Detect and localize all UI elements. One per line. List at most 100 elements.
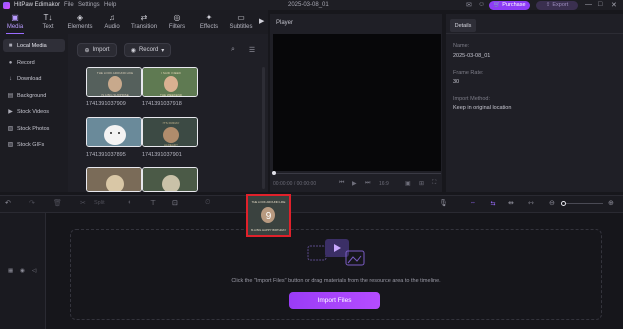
media-thumbnail[interactable]: THE LOOK AROUND LIKE IS A BIG SURPRISE — [86, 67, 142, 97]
redo-icon[interactable]: ↷ — [29, 199, 35, 207]
media-thumbnail[interactable] — [142, 167, 198, 192]
folder-icon: ■ — [8, 42, 13, 49]
meme-bottom-text: IS A BIG SURPRISE — [101, 93, 129, 97]
zoom-in-icon[interactable]: ⊕ — [608, 199, 614, 207]
import-icon: ⊕ — [84, 47, 90, 54]
media-thumbnail[interactable] — [86, 167, 142, 192]
menu-settings[interactable]: Settings — [78, 2, 100, 8]
stock-photos-icon: ▧ — [7, 126, 14, 132]
mask-icon[interactable]: ◐ — [128, 199, 132, 206]
media-thumbnail[interactable]: IT'S FRIDAY ALREADY — [142, 117, 198, 147]
track-visibility-icon[interactable]: ◉ — [20, 268, 25, 274]
zoom-out-icon[interactable]: ⊖ — [549, 199, 555, 207]
magnet-icon[interactable]: ⇆ — [487, 199, 499, 207]
split-icon[interactable]: ✂ — [80, 199, 86, 207]
sidebar-item-stock-gifs[interactable]: ▨ Stock GIFs — [3, 138, 65, 151]
drag-preview-thumbnail[interactable]: THE LOOK AROUND LIKE 9 IS A BIG HAPPY BI… — [246, 194, 291, 237]
tabs-more-icon[interactable]: ▶ — [259, 17, 264, 25]
import-method-value: Keep in original location — [453, 105, 512, 111]
tab-transition[interactable]: ⇄ Transition — [129, 12, 159, 34]
meme-image: THE LOOK AROUND LIKE 9 IS A BIG HAPPY BI… — [248, 196, 289, 235]
record-button[interactable]: ◉ Record ▾ — [124, 43, 171, 57]
meme-image: IT'S FRIDAY ALREADY — [143, 118, 197, 146]
playback-progress-bar[interactable] — [273, 173, 441, 174]
playhead-knob[interactable] — [272, 171, 276, 175]
meme-top-text: THE LOOK AROUND LIKE — [97, 71, 133, 75]
fit-timeline-icon[interactable]: ⇿ — [528, 199, 534, 207]
microphone-icon[interactable]: 🎙 — [439, 199, 448, 207]
account-icon[interactable]: ☺ — [478, 1, 485, 8]
media-item-label: 1741391037918 — [142, 101, 182, 107]
tab-label: Subtitles — [229, 24, 253, 30]
delete-icon[interactable]: 🗑 — [53, 199, 62, 207]
track-audio-icon[interactable]: ◁ — [32, 268, 36, 274]
list-view-icon[interactable]: ☰ — [247, 45, 257, 55]
timeline-zoom-slider[interactable] — [563, 203, 603, 204]
previous-frame-icon[interactable]: ⏮ — [339, 180, 344, 187]
media-thumbnail[interactable]: I SAID I NEED THE WEEKEND — [142, 67, 198, 97]
menu-help[interactable]: Help — [104, 2, 116, 8]
purchase-button[interactable]: 🛒 Purchase — [489, 0, 530, 10]
minimize-icon[interactable]: — — [585, 1, 592, 8]
track-lock-icon[interactable]: ▦ — [8, 268, 13, 274]
sidebar-item-label: Background — [17, 92, 47, 99]
name-value: 2025-03-08_01 — [453, 53, 491, 59]
tab-details[interactable]: Details — [450, 19, 476, 32]
meme-image — [87, 168, 141, 191]
dog-image — [87, 118, 141, 146]
import-illustration-icon — [307, 239, 365, 266]
record-icon: ● — [8, 59, 13, 66]
zoom-slider-knob[interactable] — [561, 201, 566, 206]
tab-subtitles[interactable]: ▭ Subtitles — [226, 12, 256, 34]
play-icon[interactable]: ▶ — [352, 180, 357, 187]
sidebar-item-stock-videos[interactable]: ▶ Stock Videos — [3, 105, 65, 118]
tab-media[interactable]: ▣ Media — [0, 12, 30, 34]
tab-filters[interactable]: ◎ Filters — [162, 12, 192, 34]
stock-videos-icon: ▶ — [8, 109, 13, 115]
import-label: Import — [92, 47, 110, 53]
undo-icon[interactable]: ↶ — [5, 199, 11, 207]
media-icon: ▣ — [11, 12, 19, 22]
player-title: Player — [276, 20, 294, 26]
name-label: Name: — [453, 43, 470, 49]
sidebar-item-background[interactable]: ▤ Background — [3, 89, 65, 102]
speed-icon[interactable]: ⏲ — [205, 199, 210, 207]
split-label[interactable]: Split — [94, 200, 105, 206]
sidebar-item-local-media[interactable]: ■ Local Media — [3, 39, 65, 52]
sidebar-item-label: Download — [17, 75, 42, 82]
meme-top-text: THE LOOK AROUND LIKE — [252, 200, 286, 204]
import-button[interactable]: ⊕ Import — [77, 43, 117, 57]
tab-elements[interactable]: ◈ Elements — [65, 12, 95, 34]
tab-audio[interactable]: ♫ Audio — [97, 12, 127, 34]
tab-effects[interactable]: ✦ Effects — [194, 12, 224, 34]
import-files-button[interactable]: Import Files — [289, 292, 380, 309]
close-icon[interactable]: ✕ — [611, 1, 617, 9]
fit-icon[interactable]: ⊞ — [419, 180, 424, 187]
text-icon: T↓ — [43, 12, 53, 22]
tab-text[interactable]: T↓ Text — [33, 12, 63, 34]
sidebar-item-record[interactable]: ● Record — [3, 56, 65, 69]
import-method-label: Import Method: — [453, 96, 490, 102]
media-scrollbar[interactable] — [262, 67, 265, 189]
meme-top-text: I SAID I NEED — [161, 71, 181, 75]
search-icon[interactable]: ⌕ — [228, 45, 238, 55]
maximize-icon[interactable]: □ — [598, 1, 602, 8]
aspect-ratio-select[interactable]: 16:9 — [379, 181, 389, 187]
fullscreen-icon[interactable]: ⛶ — [432, 180, 436, 187]
subtitle-tool-icon[interactable]: ⊡ — [172, 199, 178, 207]
link-icon[interactable]: ⇔ — [467, 199, 479, 207]
export-button[interactable]: ⇪ Export — [536, 0, 578, 10]
snapshot-icon[interactable]: ▣ — [405, 180, 411, 187]
purchase-label: Purchase — [502, 2, 526, 8]
tab-label: Media — [6, 24, 24, 30]
message-icon[interactable]: ✉ — [466, 1, 472, 9]
sidebar-item-download[interactable]: ↓ Download — [3, 72, 65, 85]
meme-bottom-text: THE WEEKEND — [160, 93, 183, 97]
sidebar-item-stock-photos[interactable]: ▧ Stock Photos — [3, 122, 65, 135]
ripple-icon[interactable]: ⇹ — [508, 199, 514, 207]
media-thumbnail[interactable] — [86, 117, 142, 147]
menu-file[interactable]: File — [64, 2, 74, 8]
meme-bottom-text: IS A BIG HAPPY BIRTHDAY — [251, 228, 287, 232]
next-frame-icon[interactable]: ⏭ — [365, 180, 370, 187]
text-tool-icon[interactable]: ⊤ — [150, 199, 156, 207]
